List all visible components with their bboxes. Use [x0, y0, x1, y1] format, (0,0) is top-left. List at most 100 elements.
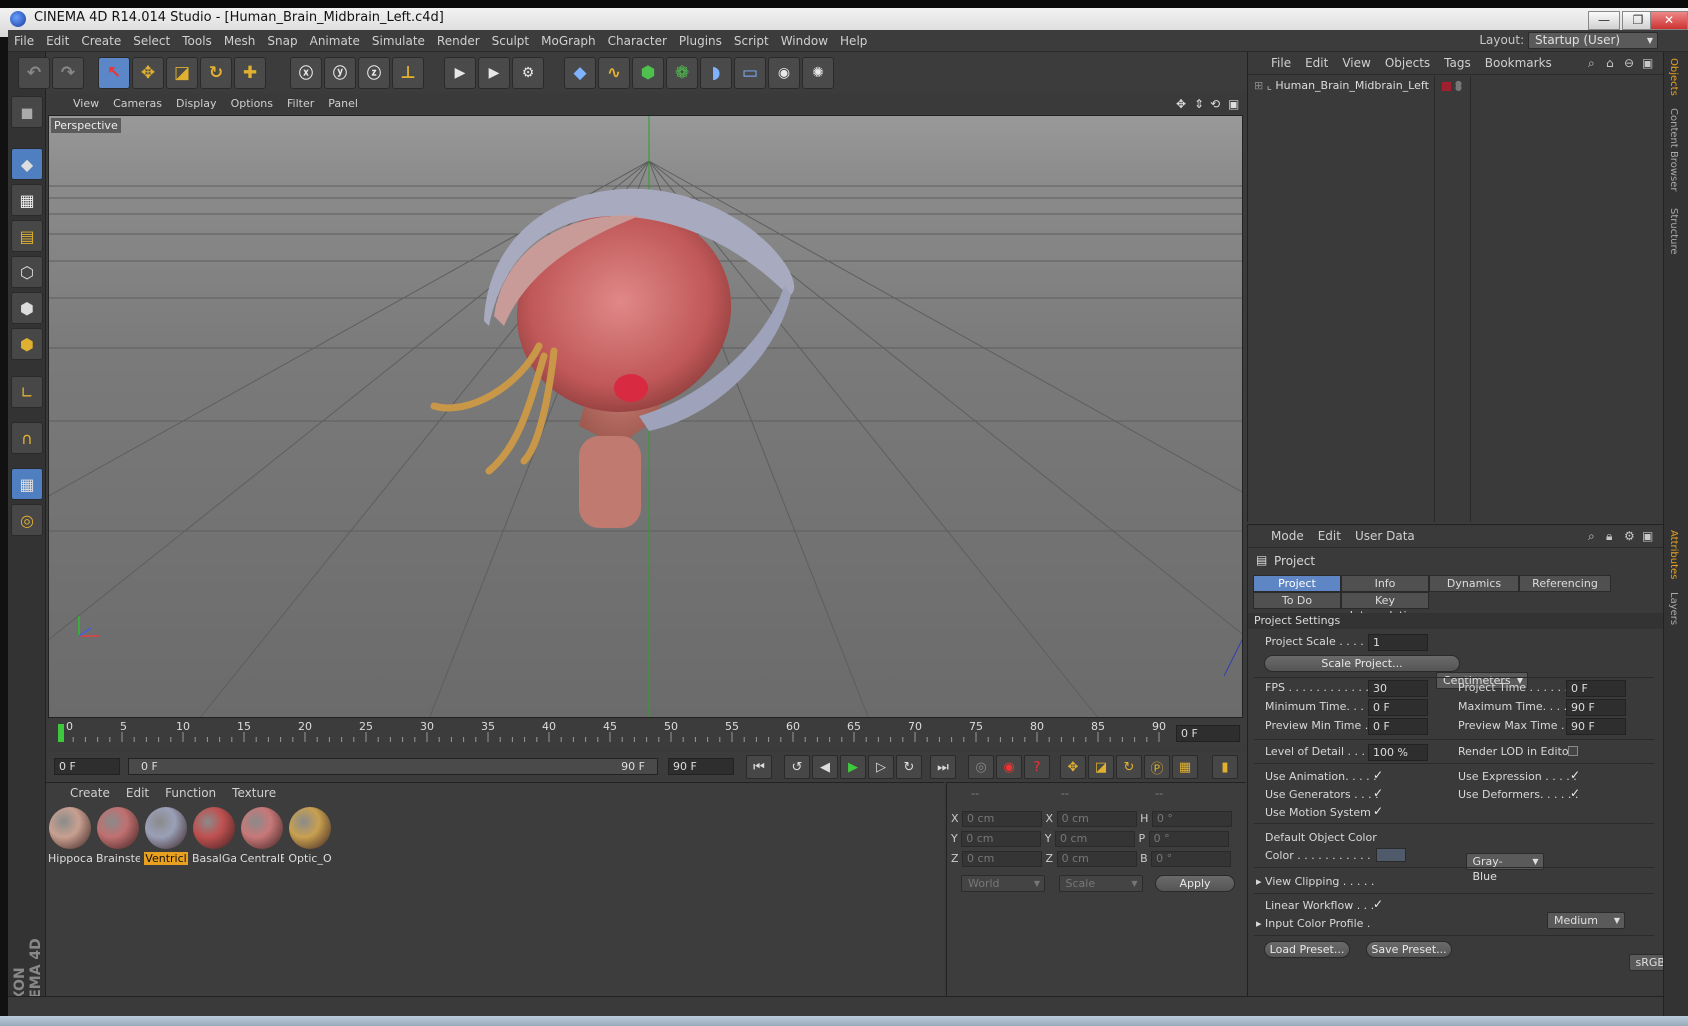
visibility-dots-icon[interactable]: ● ● — [1455, 80, 1462, 92]
brain-model[interactable] — [430, 180, 795, 528]
render-lod-checkbox[interactable] — [1568, 746, 1578, 756]
z-axis-lock-icon[interactable]: ⓩ — [358, 57, 390, 89]
lock-icon[interactable]: 🔒︎ — [1606, 529, 1612, 544]
project-scale-field[interactable]: 1 — [1368, 634, 1428, 651]
recent-tool-icon[interactable]: ✚ — [234, 57, 266, 89]
camera-icon[interactable]: ◉ — [768, 57, 800, 89]
level-of-detail-field[interactable]: 100 % — [1368, 744, 1428, 761]
menu-script[interactable]: Script — [728, 30, 775, 52]
play-icon[interactable]: ▶ — [840, 755, 866, 779]
project-time-field[interactable]: 0 F — [1566, 680, 1626, 697]
menu-sculpt[interactable]: Sculpt — [486, 30, 535, 52]
material-menu-edit[interactable]: Edit — [118, 783, 157, 803]
render-view-icon[interactable]: ▶ — [444, 57, 476, 89]
make-editable-icon[interactable]: ◼ — [11, 96, 43, 128]
position-x-field[interactable]: 0 cm — [962, 811, 1043, 827]
close-button[interactable]: ✕ — [1650, 11, 1688, 30]
minimize-button[interactable]: — — [1588, 11, 1620, 30]
redo-icon[interactable]: ↷ — [52, 57, 84, 89]
autokey-icon[interactable]: ◉ — [996, 755, 1022, 779]
new-panel-icon[interactable]: ▣ — [1642, 56, 1653, 70]
menu-character[interactable]: Character — [602, 30, 673, 52]
side-tab-layers[interactable]: Layers — [1668, 592, 1679, 625]
record-keys-icon[interactable]: ◎ — [968, 755, 994, 779]
zoom-view-icon[interactable]: ⇕ — [1194, 97, 1204, 111]
size-z-field[interactable]: 0 cm — [1056, 851, 1137, 867]
subdivision-surface-icon[interactable]: ⬢ — [632, 57, 664, 89]
maximize-view-icon[interactable]: ▣ — [1228, 97, 1239, 111]
fps-field[interactable]: 30 — [1368, 680, 1428, 697]
size-mode-dropdown[interactable]: Scale — [1058, 875, 1143, 892]
perspective-viewport[interactable]: Perspective — [48, 115, 1243, 718]
menu-tools[interactable]: Tools — [176, 30, 218, 52]
snap-icon[interactable]: ◎ — [11, 504, 43, 536]
rotation-h-field[interactable]: 0 ° — [1151, 811, 1232, 827]
side-tab-structure[interactable]: Structure — [1668, 208, 1679, 255]
expand-arrow-icon[interactable]: ▸ — [1256, 875, 1262, 888]
viewport-menu-filter[interactable]: Filter — [280, 94, 321, 114]
color-swatch[interactable] — [1376, 848, 1406, 862]
coordinate-system-icon[interactable]: ⊥ — [392, 57, 424, 89]
home-icon[interactable]: ⌂ — [1606, 56, 1614, 70]
viewport-menu-options[interactable]: Options — [224, 94, 280, 114]
layout-dropdown[interactable]: Startup (User) — [1528, 32, 1658, 49]
array-icon[interactable]: ❁ — [666, 57, 698, 89]
tab-key-interpolation[interactable]: Key Interpolation — [1341, 592, 1429, 622]
use-deformers-checkbox[interactable]: ✓ — [1570, 786, 1580, 800]
menu-help[interactable]: Help — [834, 30, 873, 52]
tab-referencing[interactable]: Referencing — [1519, 575, 1611, 592]
menu-file[interactable]: File — [8, 30, 40, 52]
layer-color-icon[interactable] — [1442, 82, 1451, 91]
objects-menu-edit[interactable]: Edit — [1298, 52, 1335, 74]
key-point-level-icon[interactable]: ▦ — [1172, 755, 1198, 779]
load-preset-button[interactable]: Load Preset... — [1264, 941, 1350, 958]
settings-icon[interactable]: ⚙ — [1624, 529, 1635, 543]
expand-arrow-icon[interactable]: ▸ — [1256, 917, 1262, 930]
y-axis-lock-icon[interactable]: ⓨ — [324, 57, 356, 89]
new-panel-icon[interactable]: ▣ — [1642, 529, 1653, 543]
menu-animate[interactable]: Animate — [304, 30, 366, 52]
tab-info[interactable]: Info — [1341, 575, 1429, 592]
current-frame-field[interactable]: 0 F — [1176, 725, 1240, 742]
menu-snap[interactable]: Snap — [261, 30, 303, 52]
object-row[interactable]: ⊞ ⌞ Human_Brain_Midbrain_Left — [1248, 76, 1434, 96]
light-icon[interactable]: ✺ — [802, 57, 834, 89]
timeline-layout-icon[interactable]: ▮ — [1212, 755, 1238, 779]
menu-window[interactable]: Window — [775, 30, 834, 52]
key-position-icon[interactable]: ✥ — [1060, 755, 1086, 779]
points-mode-icon[interactable]: ⬡ — [11, 256, 43, 288]
model-mode-icon[interactable]: ◆ — [11, 148, 43, 180]
position-z-field[interactable]: 0 cm — [962, 851, 1043, 867]
scale-project-button[interactable]: Scale Project... — [1264, 655, 1460, 672]
material-swatch[interactable]: Ventricl — [144, 807, 188, 865]
objects-menu-bookmarks[interactable]: Bookmarks — [1478, 52, 1559, 74]
viewport-menu-display[interactable]: Display — [169, 94, 224, 114]
axis-mode-icon[interactable]: ∟ — [11, 376, 43, 408]
x-axis-lock-icon[interactable]: ⓧ — [290, 57, 322, 89]
rotation-b-field[interactable]: 0 ° — [1151, 851, 1232, 867]
use-animation-checkbox[interactable]: ✓ — [1373, 768, 1383, 782]
use-generators-checkbox[interactable]: ✓ — [1373, 786, 1383, 800]
end-frame-field[interactable]: 90 F — [668, 758, 734, 775]
maximum-time-field[interactable]: 90 F — [1566, 699, 1626, 716]
tab-to-do[interactable]: To Do — [1253, 592, 1341, 609]
search-icon[interactable]: ⌕ — [1588, 56, 1595, 71]
live-selection-icon[interactable]: ↖ — [98, 57, 130, 89]
side-tab-objects[interactable]: Objects — [1668, 58, 1679, 96]
menu-select[interactable]: Select — [127, 30, 176, 52]
viewport-menu-cameras[interactable]: Cameras — [106, 94, 169, 114]
objects-menu-file[interactable]: File — [1264, 52, 1298, 74]
magnet-icon[interactable]: ∩ — [11, 422, 43, 454]
material-swatch[interactable]: BasalGa — [192, 807, 236, 865]
floor-icon[interactable]: ▭ — [734, 57, 766, 89]
render-settings-icon[interactable]: ⚙ — [512, 57, 544, 89]
playhead-marker[interactable] — [58, 724, 64, 742]
workplane-mode-icon[interactable]: ▤ — [11, 220, 43, 252]
render-picture-viewer-icon[interactable]: ▶ — [478, 57, 510, 89]
preview-max-time-field[interactable]: 90 F — [1566, 718, 1626, 735]
save-preset-button[interactable]: Save Preset... — [1366, 941, 1452, 958]
rotation-p-field[interactable]: 0 ° — [1148, 831, 1229, 847]
material-swatch[interactable]: Brainste — [96, 807, 140, 865]
texture-mode-icon[interactable]: ▦ — [11, 184, 43, 216]
side-tab-attributes[interactable]: Attributes — [1668, 530, 1679, 579]
